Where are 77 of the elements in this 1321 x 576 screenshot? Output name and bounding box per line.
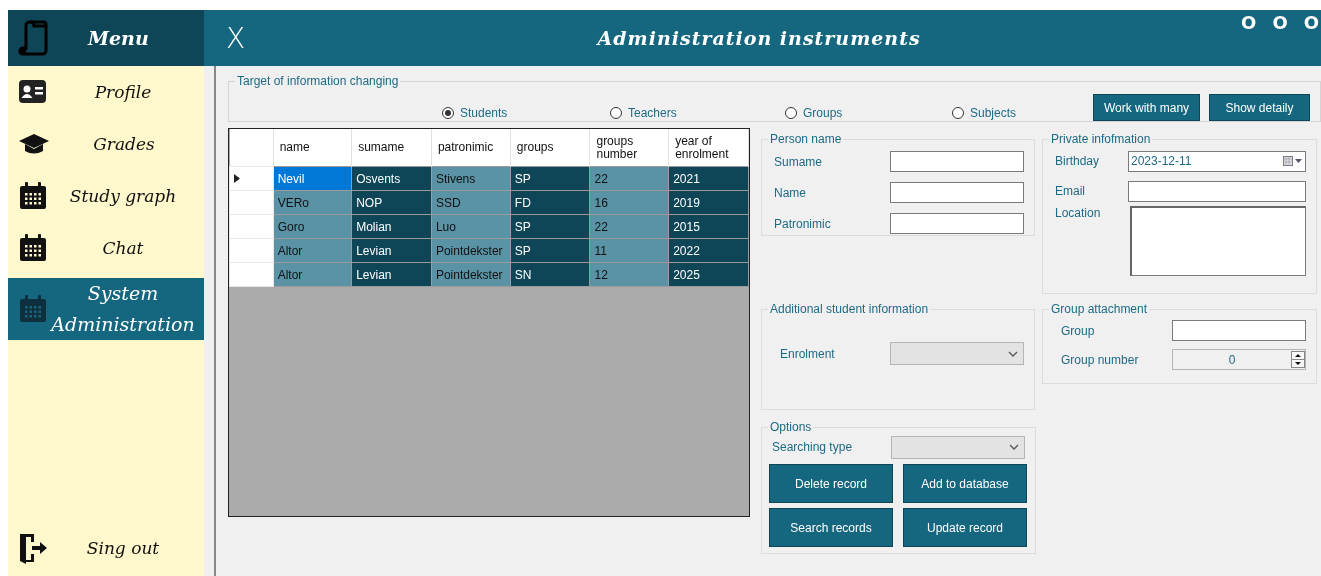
chevron-down-icon <box>1009 444 1019 450</box>
sidebar-item[interactable]: Chat <box>8 222 204 274</box>
text-field[interactable] <box>1128 180 1306 202</box>
number-spinner[interactable]: 0 <box>1172 349 1306 370</box>
id-card-icon <box>18 79 48 105</box>
field-label: Name <box>774 185 807 200</box>
column-header: sumame <box>358 140 405 154</box>
field-label: Searching type <box>772 440 854 454</box>
graduation-cap-icon <box>18 133 50 155</box>
table-cell[interactable]: 22 <box>589 166 669 191</box>
table-cell[interactable]: 2021 <box>668 166 749 191</box>
sidebar-item[interactable]: System Administration <box>8 278 204 340</box>
dropdown-field[interactable] <box>890 342 1024 365</box>
field-label: Patronimic <box>774 216 832 231</box>
radio-option[interactable]: Teachers <box>610 106 677 120</box>
table-cell[interactable]: Nevil <box>273 166 352 191</box>
text-field[interactable] <box>1172 320 1306 341</box>
column-header: patronimic <box>437 140 494 154</box>
text-field[interactable] <box>890 151 1024 172</box>
dropdown-field[interactable] <box>891 435 1025 459</box>
row-header-cell[interactable] <box>229 262 274 287</box>
window-title: Administration instruments <box>595 27 922 49</box>
row-pointer-icon <box>234 174 240 183</box>
group-legend: Person name <box>770 132 842 146</box>
row-header-cell[interactable] <box>229 190 274 215</box>
field-label: Location <box>1055 206 1102 220</box>
sidebar-item[interactable]: Profile <box>8 66 204 118</box>
radio-option[interactable]: Subjects <box>952 106 1017 120</box>
table-cell[interactable]: Osvents <box>351 166 432 191</box>
action-button[interactable]: Update record <box>903 508 1027 547</box>
field-label: Birthday <box>1055 154 1101 168</box>
field-label: Enrolment <box>780 346 836 361</box>
group-legend: Options <box>770 420 812 434</box>
sign-out-item[interactable]: Sing out <box>8 522 204 574</box>
column-header: name <box>279 140 310 154</box>
window-control-button[interactable]: O <box>1239 12 1259 33</box>
column-header: year of enrolment <box>675 133 729 161</box>
radio-option[interactable]: Students <box>442 106 508 120</box>
table-cell[interactable]: Stivens <box>431 166 511 191</box>
action-button[interactable]: Show detaily <box>1209 94 1310 121</box>
calendar-icon <box>18 181 48 211</box>
row-header-cell[interactable] <box>229 166 274 191</box>
menu-title: Menu <box>88 27 149 49</box>
group-legend: Private infofmation <box>1051 132 1151 146</box>
group-legend: Group attachment <box>1051 302 1148 316</box>
date-field[interactable]: 2023-12-11 <box>1128 150 1306 172</box>
column-header: groups <box>516 140 554 154</box>
table-cell[interactable]: SP <box>510 166 590 191</box>
calendar-icon <box>18 294 48 324</box>
calendar-icon <box>18 233 48 263</box>
exit-door-icon <box>18 532 48 564</box>
row-header-cell[interactable] <box>229 238 274 263</box>
field-label: Sumame <box>774 154 824 169</box>
chevron-down-icon <box>1008 350 1018 357</box>
column-header: groups number <box>596 133 638 161</box>
sidebar-item[interactable]: Grades <box>8 118 204 170</box>
action-button[interactable]: Search records <box>769 508 893 547</box>
spin-arrows-icon <box>1291 351 1305 368</box>
row-header-cell[interactable] <box>229 214 274 239</box>
field-label: Email <box>1055 184 1086 198</box>
close-button[interactable]: X <box>222 21 250 55</box>
field-label: Group number <box>1061 352 1140 367</box>
field-label: Group <box>1061 323 1096 338</box>
action-button[interactable]: Delete record <box>769 464 893 503</box>
text-field[interactable] <box>890 182 1024 203</box>
action-button[interactable]: Add to database <box>903 464 1027 503</box>
window-control-button[interactable]: O <box>1301 12 1321 33</box>
text-area[interactable] <box>1130 206 1306 276</box>
scroll-icon <box>18 20 48 56</box>
action-button[interactable]: Work with many <box>1093 94 1200 121</box>
sidebar-item[interactable]: Study graph <box>8 170 204 222</box>
group-legend: Additional student information <box>770 302 929 316</box>
text-field[interactable] <box>890 213 1024 234</box>
radio-option[interactable]: Groups <box>785 106 843 120</box>
calendar-dropdown-icon <box>1283 156 1303 166</box>
window-control-button[interactable]: O <box>1270 12 1290 33</box>
group-legend: Target of information changing <box>237 74 399 88</box>
